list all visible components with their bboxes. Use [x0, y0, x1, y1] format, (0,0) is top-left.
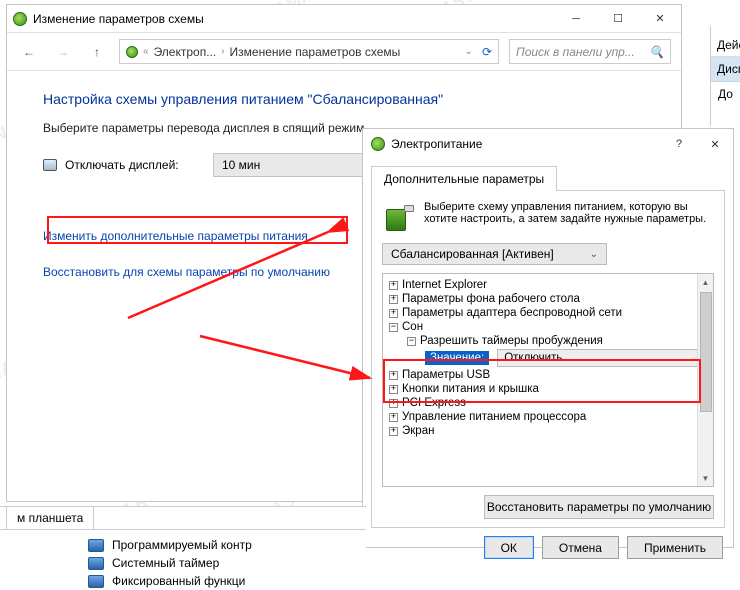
tree-wake[interactable]: Разрешить таймеры пробуждения: [420, 335, 603, 347]
device-icon: [88, 575, 104, 588]
tree-bg[interactable]: Параметры фона рабочего стола: [402, 293, 580, 305]
expand-icon[interactable]: +: [389, 371, 398, 380]
help-button[interactable]: ?: [661, 129, 697, 159]
tab-content: Выберите схему управления питанием, кото…: [371, 190, 725, 528]
expand-icon[interactable]: +: [389, 427, 398, 436]
cancel-label: Отмена: [559, 541, 602, 555]
tree-screen[interactable]: Экран: [402, 425, 434, 437]
breadcrumb-item-1[interactable]: Электроп...: [154, 45, 217, 59]
tree-cpu[interactable]: Управление питанием процессора: [402, 411, 586, 423]
dialog-close-button[interactable]: ✕: [697, 129, 733, 159]
intro-row: Выберите схему управления питанием, кото…: [382, 201, 714, 233]
device-label: Фиксированный функци: [112, 574, 245, 588]
actions-sidebar: Действ Диспетч До: [710, 26, 740, 126]
value-dropdown[interactable]: Отключить ⌄: [497, 349, 707, 367]
display-off-value: 10 мин: [222, 158, 260, 172]
breadcrumb[interactable]: « Электроп... › Изменение параметров схе…: [119, 39, 499, 64]
device-icon: [88, 557, 104, 570]
tree-scrollbar[interactable]: ▲ ▼: [697, 274, 713, 486]
device-icon: [88, 539, 104, 552]
expand-icon[interactable]: +: [389, 309, 398, 318]
dialog-title: Электропитание: [391, 137, 482, 151]
tree-ie[interactable]: Internet Explorer: [402, 279, 487, 291]
expand-icon[interactable]: +: [389, 281, 398, 290]
refresh-icon[interactable]: ⟳: [482, 45, 492, 59]
expand-icon[interactable]: +: [389, 385, 398, 394]
page-title: Настройка схемы управления питанием "Сба…: [43, 91, 645, 107]
restore-label: Восстановить параметры по умолчанию: [487, 500, 711, 514]
collapse-icon[interactable]: −: [407, 337, 416, 346]
device-label: Программируемый контр: [112, 538, 252, 552]
chevron-down-icon: ⌄: [590, 249, 598, 260]
ok-button[interactable]: ОК: [484, 536, 534, 559]
sidebar-item-1[interactable]: Диспетч: [711, 57, 740, 82]
cancel-button[interactable]: Отмена: [542, 536, 619, 559]
display-off-label: Отключать дисплей:: [65, 158, 179, 172]
tree-sleep[interactable]: Сон: [402, 321, 423, 333]
intro-text: Выберите схему управления питанием, кото…: [424, 201, 714, 233]
breadcrumb-item-2[interactable]: Изменение параметров схемы: [230, 45, 401, 59]
bottom-tab[interactable]: м планшета: [6, 507, 94, 530]
monitor-icon: [43, 159, 57, 171]
restore-defaults-link[interactable]: Восстановить для схемы параметры по умол…: [43, 265, 330, 279]
chevron-right-icon: ›: [221, 46, 224, 57]
tab-advanced[interactable]: Дополнительные параметры: [371, 166, 557, 191]
device-label: Системный таймер: [112, 556, 219, 570]
scroll-thumb[interactable]: [700, 292, 712, 412]
device-row-3[interactable]: Фиксированный функци: [0, 572, 366, 590]
apply-label: Применить: [644, 541, 706, 555]
scroll-down-button[interactable]: ▼: [698, 470, 713, 486]
up-button[interactable]: ↑: [85, 40, 109, 64]
expand-icon[interactable]: +: [389, 295, 398, 304]
minimize-button[interactable]: ─: [555, 5, 597, 32]
apply-button[interactable]: Применить: [627, 536, 723, 559]
search-input[interactable]: Поиск в панели упр... 🔍: [509, 39, 671, 64]
battery-icon: [382, 201, 414, 233]
collapse-icon[interactable]: −: [389, 323, 398, 332]
tree-usb[interactable]: Параметры USB: [402, 369, 490, 381]
settings-tree[interactable]: + Internet Explorer + Параметры фона рабоч…: [382, 273, 714, 487]
dropdown-chevron-icon[interactable]: ⌄: [465, 46, 473, 57]
scroll-up-button[interactable]: ▲: [698, 274, 713, 290]
titlebar: Изменение параметров схемы ─ ☐ ✕: [7, 5, 681, 33]
chevron-icon: «: [143, 46, 149, 57]
search-placeholder: Поиск в панели упр...: [516, 45, 635, 59]
dialog-button-row: ОК Отмена Применить: [363, 536, 733, 569]
dialog-titlebar: Электропитание ? ✕: [363, 129, 733, 159]
expand-icon[interactable]: +: [389, 399, 398, 408]
window-title: Изменение параметров схемы: [33, 12, 204, 26]
power-icon-small: [126, 46, 138, 58]
sidebar-header: Действ: [711, 34, 740, 57]
scheme-dropdown[interactable]: Сбалансированная [Активен] ⌄: [382, 243, 607, 265]
value-label: Значение:: [425, 351, 489, 365]
forward-button[interactable]: →: [51, 40, 75, 64]
tab-strip: Дополнительные параметры: [363, 159, 733, 190]
power-icon: [13, 12, 27, 26]
bottom-fragment: м планшета Программируемый контр Системн…: [0, 506, 366, 573]
value-row: Значение: Отключить ⌄: [383, 348, 713, 368]
device-row-2[interactable]: Системный таймер: [0, 554, 366, 572]
search-icon: 🔍: [649, 45, 664, 59]
expand-icon[interactable]: +: [389, 413, 398, 422]
tree-pci[interactable]: PCI Express: [402, 397, 466, 409]
back-button[interactable]: ←: [17, 40, 41, 64]
device-row-1[interactable]: Программируемый контр: [0, 536, 366, 554]
maximize-button[interactable]: ☐: [597, 5, 639, 32]
restore-defaults-button[interactable]: Восстановить параметры по умолчанию: [484, 495, 714, 519]
advanced-settings-link[interactable]: Изменить дополнительные параметры питани…: [43, 229, 308, 243]
tree-buttons[interactable]: Кнопки питания и крышка: [402, 383, 539, 395]
power-options-dialog: Электропитание ? ✕ Дополнительные параме…: [362, 128, 734, 548]
close-button[interactable]: ✕: [639, 5, 681, 32]
scheme-value: Сбалансированная [Активен]: [391, 247, 554, 261]
sidebar-item-2[interactable]: До: [711, 82, 740, 106]
tree-wifi[interactable]: Параметры адаптера беспроводной сети: [402, 307, 622, 319]
value-text: Отключить: [504, 352, 562, 364]
power-icon: [371, 137, 385, 151]
ok-label: ОК: [501, 541, 517, 555]
address-bar: ← → ↑ « Электроп... › Изменение параметр…: [7, 33, 681, 71]
